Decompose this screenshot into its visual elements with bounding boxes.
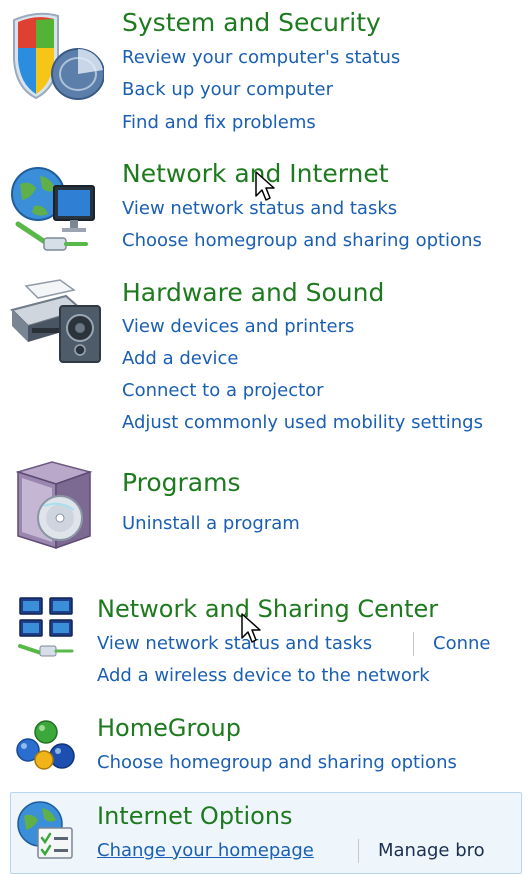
link-mobility-settings[interactable]: Adjust commonly used mobility settings (122, 411, 483, 435)
category-title-network-internet[interactable]: Network and Internet (122, 159, 389, 189)
link-manage-browser-truncated[interactable]: Manage bro (378, 839, 485, 863)
link-view-network-status[interactable]: View network status and tasks (122, 197, 397, 221)
subitem-title-network-sharing-center[interactable]: Network and Sharing Center (97, 594, 438, 624)
link-uninstall-program[interactable]: Uninstall a program (122, 512, 300, 536)
link-separator (358, 839, 359, 863)
link-view-devices[interactable]: View devices and printers (122, 315, 354, 339)
control-panel-page: System and Security Review your computer… (0, 0, 529, 875)
internet-options-icon[interactable] (14, 798, 78, 862)
link-add-wireless-device[interactable]: Add a wireless device to the network (97, 664, 430, 688)
network-globe-icon[interactable] (8, 162, 104, 258)
link-choose-homegroup-options[interactable]: Choose homegroup and sharing options (97, 751, 457, 775)
category-title-system-security[interactable]: System and Security (122, 8, 381, 38)
link-review-status[interactable]: Review your computer's status (122, 46, 400, 70)
link-connect-projector[interactable]: Connect to a projector (122, 379, 324, 403)
printer-speaker-icon[interactable] (8, 276, 104, 372)
shield-icon[interactable] (8, 8, 104, 104)
link-separator (413, 632, 414, 656)
programs-box-icon[interactable] (8, 458, 104, 554)
category-title-programs[interactable]: Programs (122, 468, 241, 498)
subitem-title-internet-options[interactable]: Internet Options (97, 801, 293, 831)
network-sharing-icon[interactable] (14, 594, 78, 658)
subitem-title-homegroup[interactable]: HomeGroup (97, 713, 241, 743)
category-title-hardware-sound[interactable]: Hardware and Sound (122, 278, 384, 308)
link-view-network-status-tasks[interactable]: View network status and tasks (97, 632, 372, 656)
link-back-up[interactable]: Back up your computer (122, 78, 333, 102)
link-change-homepage[interactable]: Change your homepage (97, 839, 314, 863)
homegroup-icon[interactable] (14, 716, 78, 780)
link-choose-homegroup[interactable]: Choose homegroup and sharing options (122, 229, 482, 253)
link-add-device[interactable]: Add a device (122, 347, 238, 371)
link-connect-truncated[interactable]: Conne (433, 632, 490, 656)
link-find-fix[interactable]: Find and fix problems (122, 111, 316, 135)
